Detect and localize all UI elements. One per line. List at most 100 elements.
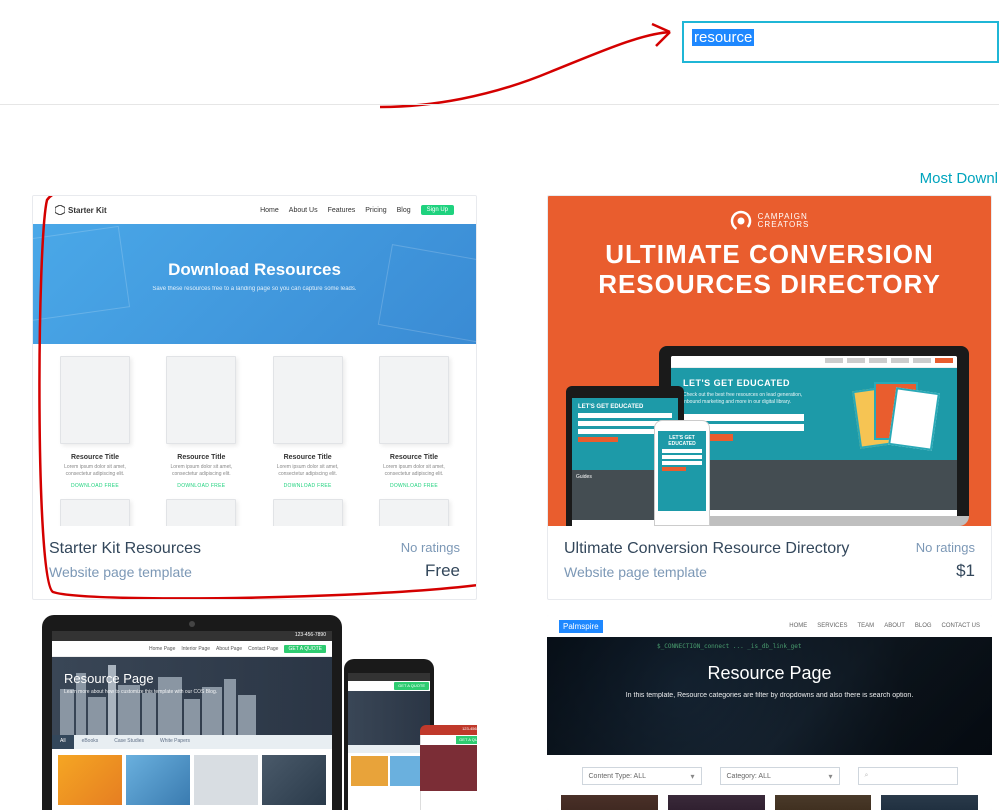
sort-dropdown[interactable]: Most Downl <box>920 170 998 187</box>
preview-hero-title: Resource Page <box>64 671 217 686</box>
template-rating: No ratings <box>916 540 975 555</box>
preview-nav-item: Features <box>328 207 356 214</box>
preview-nav: Starter Kit Home About Us Features Prici… <box>33 196 476 224</box>
preview-dropdown: Category: ALL ▾ <box>720 767 840 785</box>
template-card[interactable]: Starter Kit Home About Us Features Prici… <box>32 195 477 600</box>
preview-dd-value: ALL <box>758 773 770 780</box>
template-rating: No ratings <box>401 540 460 555</box>
preview-guides: Guides <box>671 460 957 510</box>
preview-tab: eBooks <box>74 735 107 749</box>
preview-brand-bottom: CREATORS <box>758 221 810 229</box>
preview-item-btn: DOWNLOAD FREE <box>157 483 245 489</box>
preview-logo-text: Starter Kit <box>68 206 107 215</box>
preview-item-btn: DOWNLOAD FREE <box>264 483 352 489</box>
preview-hero-title: LET'S GET EDUCATED <box>662 435 702 447</box>
preview-item-title: Resource Title <box>157 454 245 461</box>
preview-nav: Palmspire HOME SERVICES TEAM ABOUT BLOG … <box>547 615 992 637</box>
template-meta: Starter Kit Resources Website page templ… <box>33 526 476 599</box>
preview-nav-item: Interior Page <box>181 646 210 652</box>
preview-nav-item: Blog <box>397 207 411 214</box>
preview-hero-title: LET'S GET EDUCATED <box>578 404 672 410</box>
preview-dropdown: Content Type: ALL ▾ <box>582 767 702 785</box>
brand-icon <box>730 210 752 232</box>
preview-hero-sub: In this template, Resource categories ar… <box>547 692 992 699</box>
template-thumbnail: Starter Kit Home About Us Features Prici… <box>33 196 476 526</box>
preview-cta-button: GET A QUOTE <box>456 736 477 744</box>
template-thumbnail: Palmspire HOME SERVICES TEAM ABOUT BLOG … <box>547 615 992 810</box>
preview-cc: CAMPAIGN CREATORS ULTIMATE CONVERSION RE… <box>548 196 991 526</box>
preview-item-btn: DOWNLOAD FREE <box>370 483 458 489</box>
preview-code-text: $_CONNECTION_connect ... _is_db_link_get <box>657 643 802 650</box>
preview-nav-item: HOME <box>789 623 807 629</box>
preview-filters: Content Type: ALL ▾ Category: ALL ▾ ⌕ <box>547 755 992 795</box>
preview-tablet-large: 123-456-7890 Home Page Interior Page Abo… <box>42 615 342 810</box>
preview-phone-number: 123-456-7890 <box>52 631 332 641</box>
preview-item-title: Resource Title <box>264 454 352 461</box>
preview-body: Resource Title Lorem ipsum dolor sit amet… <box>33 344 476 526</box>
header-divider <box>0 104 999 105</box>
preview-dd-label: Category: <box>727 773 757 780</box>
template-subtitle: Website page template <box>564 564 849 580</box>
preview-hero: Download Resources Save these resources … <box>33 224 476 344</box>
preview-hero-sub: Learn more about how to customize this t… <box>64 689 217 695</box>
template-thumbnail: CAMPAIGN CREATORS ULTIMATE CONVERSION RE… <box>548 196 991 526</box>
preview-nav-item: CONTACT US <box>942 623 980 629</box>
preview-brand: Palmspire <box>559 620 603 633</box>
template-title: Starter Kit Resources <box>49 540 201 558</box>
chevron-down-icon: ▾ <box>690 772 694 781</box>
preview-dd-label: Content Type: <box>589 773 632 780</box>
preview-hero-title: Download Resources <box>33 260 476 280</box>
search-input-container[interactable]: resource <box>682 21 999 63</box>
template-price: Free <box>401 561 460 581</box>
preview-nav-item: BLOG <box>915 623 932 629</box>
preview-item-desc: Lorem ipsum dolor sit amet, consectetur … <box>370 464 458 477</box>
preview-nav-item: About Us <box>289 207 318 214</box>
preview-logo: Starter Kit <box>55 205 107 215</box>
preview-headline: ULTIMATE CONVERSION RESOURCES DIRECTORY <box>598 240 941 300</box>
preview-nav-item: Home <box>260 207 279 214</box>
template-card[interactable]: Palmspire HOME SERVICES TEAM ABOUT BLOG … <box>547 615 992 810</box>
preview-headline-1: ULTIMATE CONVERSION <box>598 240 941 270</box>
template-thumbnail: 123-456-7890 Home Page Interior Page Abo… <box>32 615 477 810</box>
preview-nav-item: Pricing <box>365 207 386 214</box>
preview-hero-title: LET'S GET EDUCATED <box>683 378 804 388</box>
preview-nav-item: ABOUT <box>884 623 905 629</box>
preview-nav-item: SERVICES <box>817 623 847 629</box>
preview-tab: White Papers <box>152 735 198 749</box>
preview-tab: Case Studies <box>106 735 152 749</box>
search-input-value[interactable]: resource <box>692 29 754 46</box>
annotation-arrow <box>370 12 700 112</box>
template-price: $1 <box>916 561 975 581</box>
template-meta: Ultimate Conversion Resource Directory W… <box>548 526 991 599</box>
preview-nav-item: Home Page <box>149 646 175 652</box>
preview-item-btn: DOWNLOAD FREE <box>51 483 139 489</box>
preview-item-title: Resource Title <box>51 454 139 461</box>
preview-tab: All <box>52 735 74 749</box>
preview-nav-links: Home About Us Features Pricing Blog Sign… <box>260 205 454 215</box>
preview-brand: CAMPAIGN CREATORS <box>730 210 810 232</box>
preview-hero-title: Resource Page <box>547 663 992 684</box>
preview-nav-item: About Page <box>216 646 242 652</box>
preview-phone: LET'S GET EDUCATED <box>654 420 710 526</box>
preview-search: ⌕ <box>858 767 958 785</box>
preview-headline-2: RESOURCES DIRECTORY <box>598 270 941 300</box>
preview-hero-sub: Save these resources free to a landing p… <box>33 286 476 292</box>
preview-item-desc: Lorem ipsum dolor sit amet, consectetur … <box>157 464 245 477</box>
preview-dd-value: ALL <box>634 773 646 780</box>
preview-cta-button: GET A QUOTE <box>284 645 326 653</box>
preview-cta-button: GET A QUOTE <box>394 682 429 690</box>
preview-item-title: Resource Title <box>370 454 458 461</box>
preview-nav-item: Contact Page <box>248 646 278 652</box>
template-title: Ultimate Conversion Resource Directory <box>564 540 849 558</box>
preview-cta-button: Sign Up <box>421 205 454 215</box>
preview-item-desc: Lorem ipsum dolor sit amet, consectetur … <box>51 464 139 477</box>
template-subtitle: Website page template <box>49 564 201 580</box>
preview-phone: 123-456-7890 GET A QUOTE <box>420 725 477 810</box>
template-card[interactable]: CAMPAIGN CREATORS ULTIMATE CONVERSION RE… <box>547 195 992 600</box>
preview-hero-desc: Check out the best free resources on lea… <box>683 392 804 406</box>
template-card[interactable]: 123-456-7890 Home Page Interior Page Abo… <box>32 615 477 810</box>
preview-nav-item: TEAM <box>858 623 875 629</box>
chevron-down-icon: ▾ <box>828 772 832 781</box>
preview-item-desc: Lorem ipsum dolor sit amet, consectetur … <box>264 464 352 477</box>
preview-phone-number: 123-456-7890 <box>420 725 477 735</box>
